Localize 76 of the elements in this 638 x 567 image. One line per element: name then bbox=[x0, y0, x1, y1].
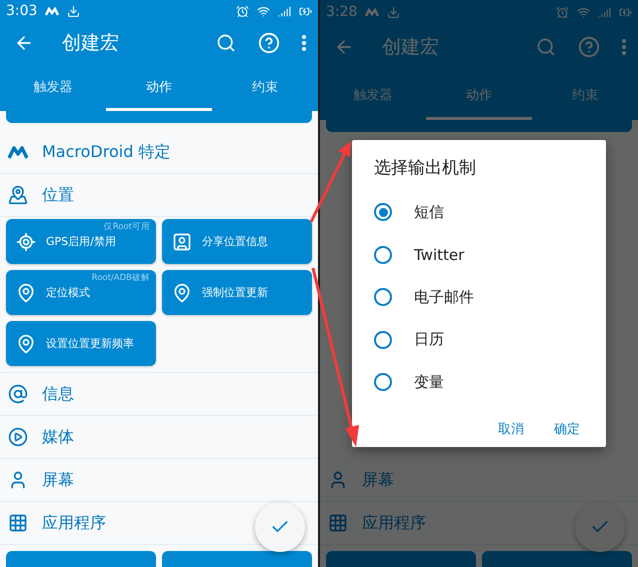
dialog-title: 选择输出机制 bbox=[374, 157, 477, 179]
action-button[interactable]: 设置位置更新频率 bbox=[6, 321, 156, 366]
tab[interactable]: 约束 bbox=[212, 64, 318, 111]
radio-button[interactable] bbox=[374, 288, 392, 306]
action-button[interactable]: Root/ADB破解 定位模式 bbox=[6, 270, 156, 315]
grid-icon bbox=[8, 513, 28, 533]
alarm-icon bbox=[556, 6, 569, 18]
requirement-note: 仅Root可用 bbox=[104, 221, 150, 233]
map-pin-icon bbox=[8, 185, 28, 205]
radio-button[interactable] bbox=[374, 373, 392, 392]
option-label: 短信 bbox=[414, 202, 444, 222]
status-time: 3:28 bbox=[326, 4, 358, 20]
category-label: 媒体 bbox=[42, 426, 74, 448]
category-row[interactable]: 媒体 bbox=[0, 416, 318, 459]
option-label: 变量 bbox=[414, 372, 444, 392]
search-button[interactable] bbox=[536, 37, 556, 57]
logo-icon bbox=[8, 145, 28, 159]
help-icon bbox=[578, 36, 600, 58]
app-logo-icon bbox=[45, 6, 60, 16]
download-icon bbox=[387, 6, 400, 18]
requirement-note: Root/ADB破解 bbox=[92, 272, 150, 284]
menu-button[interactable] bbox=[622, 39, 626, 55]
radio-button[interactable] bbox=[374, 330, 392, 349]
category-row[interactable]: 信息 bbox=[0, 373, 318, 416]
map-pin-icon bbox=[172, 282, 192, 302]
option-label: 日历 bbox=[414, 330, 444, 350]
wifi-icon bbox=[577, 6, 590, 18]
person-card-icon bbox=[172, 232, 192, 252]
app-logo-icon bbox=[365, 8, 380, 16]
help-button[interactable] bbox=[578, 36, 600, 58]
search-button[interactable] bbox=[216, 33, 236, 54]
dialog-button[interactable]: 取消 bbox=[498, 420, 524, 438]
map-pin-icon bbox=[16, 282, 36, 302]
confirm-button[interactable] bbox=[255, 502, 305, 552]
download-icon bbox=[67, 4, 80, 18]
help-button[interactable] bbox=[258, 32, 280, 54]
status-time: 3:03 bbox=[6, 3, 38, 20]
category-row[interactable]: MacroDroid 特定 bbox=[0, 131, 318, 174]
dialog-button[interactable]: 确定 bbox=[554, 420, 580, 438]
more-icon bbox=[302, 35, 306, 52]
option-label: 电子邮件 bbox=[414, 288, 474, 307]
action-button[interactable]: 强制位置更新 bbox=[162, 270, 312, 315]
app-bar-title: 创建宏 bbox=[62, 31, 119, 56]
play-icon bbox=[8, 427, 28, 447]
category-row[interactable]: 屏幕 bbox=[320, 459, 638, 502]
category-label: 位置 bbox=[42, 184, 74, 206]
tab[interactable]: 触发器 bbox=[0, 64, 106, 111]
action-button[interactable]: 仅Root可用 GPS启用/禁用 bbox=[6, 219, 156, 264]
battery-icon bbox=[619, 6, 632, 18]
more-icon bbox=[622, 39, 626, 55]
menu-button[interactable] bbox=[302, 35, 306, 52]
option-label: Twitter bbox=[414, 246, 464, 264]
signal-icon bbox=[278, 4, 291, 18]
map-pin-icon bbox=[16, 334, 36, 354]
app-bar-title: 创建宏 bbox=[382, 35, 439, 60]
category-row[interactable]: 屏幕 bbox=[0, 459, 318, 502]
search-icon bbox=[216, 33, 236, 54]
at-sign-icon bbox=[8, 384, 28, 404]
grid-icon bbox=[328, 513, 348, 533]
confirm-button[interactable] bbox=[575, 502, 625, 552]
search-icon bbox=[536, 37, 556, 57]
radio-button[interactable] bbox=[374, 203, 392, 222]
category-label: 应用程序 bbox=[42, 512, 106, 534]
category-label: 应用程序 bbox=[362, 512, 426, 534]
category-label: 屏幕 bbox=[42, 470, 74, 490]
category-row[interactable]: 位置 bbox=[0, 174, 318, 217]
battery-icon bbox=[299, 4, 312, 18]
category-label: MacroDroid 特定 bbox=[42, 142, 170, 162]
action-button[interactable]: 分享位置信息 bbox=[162, 219, 312, 264]
tab[interactable]: 约束 bbox=[532, 70, 638, 120]
radio-button[interactable] bbox=[374, 246, 392, 264]
category-label: 信息 bbox=[42, 384, 74, 404]
category-label: 屏幕 bbox=[362, 470, 394, 490]
crosshair-icon bbox=[16, 232, 36, 252]
alarm-icon bbox=[236, 4, 249, 18]
help-icon bbox=[258, 32, 280, 54]
